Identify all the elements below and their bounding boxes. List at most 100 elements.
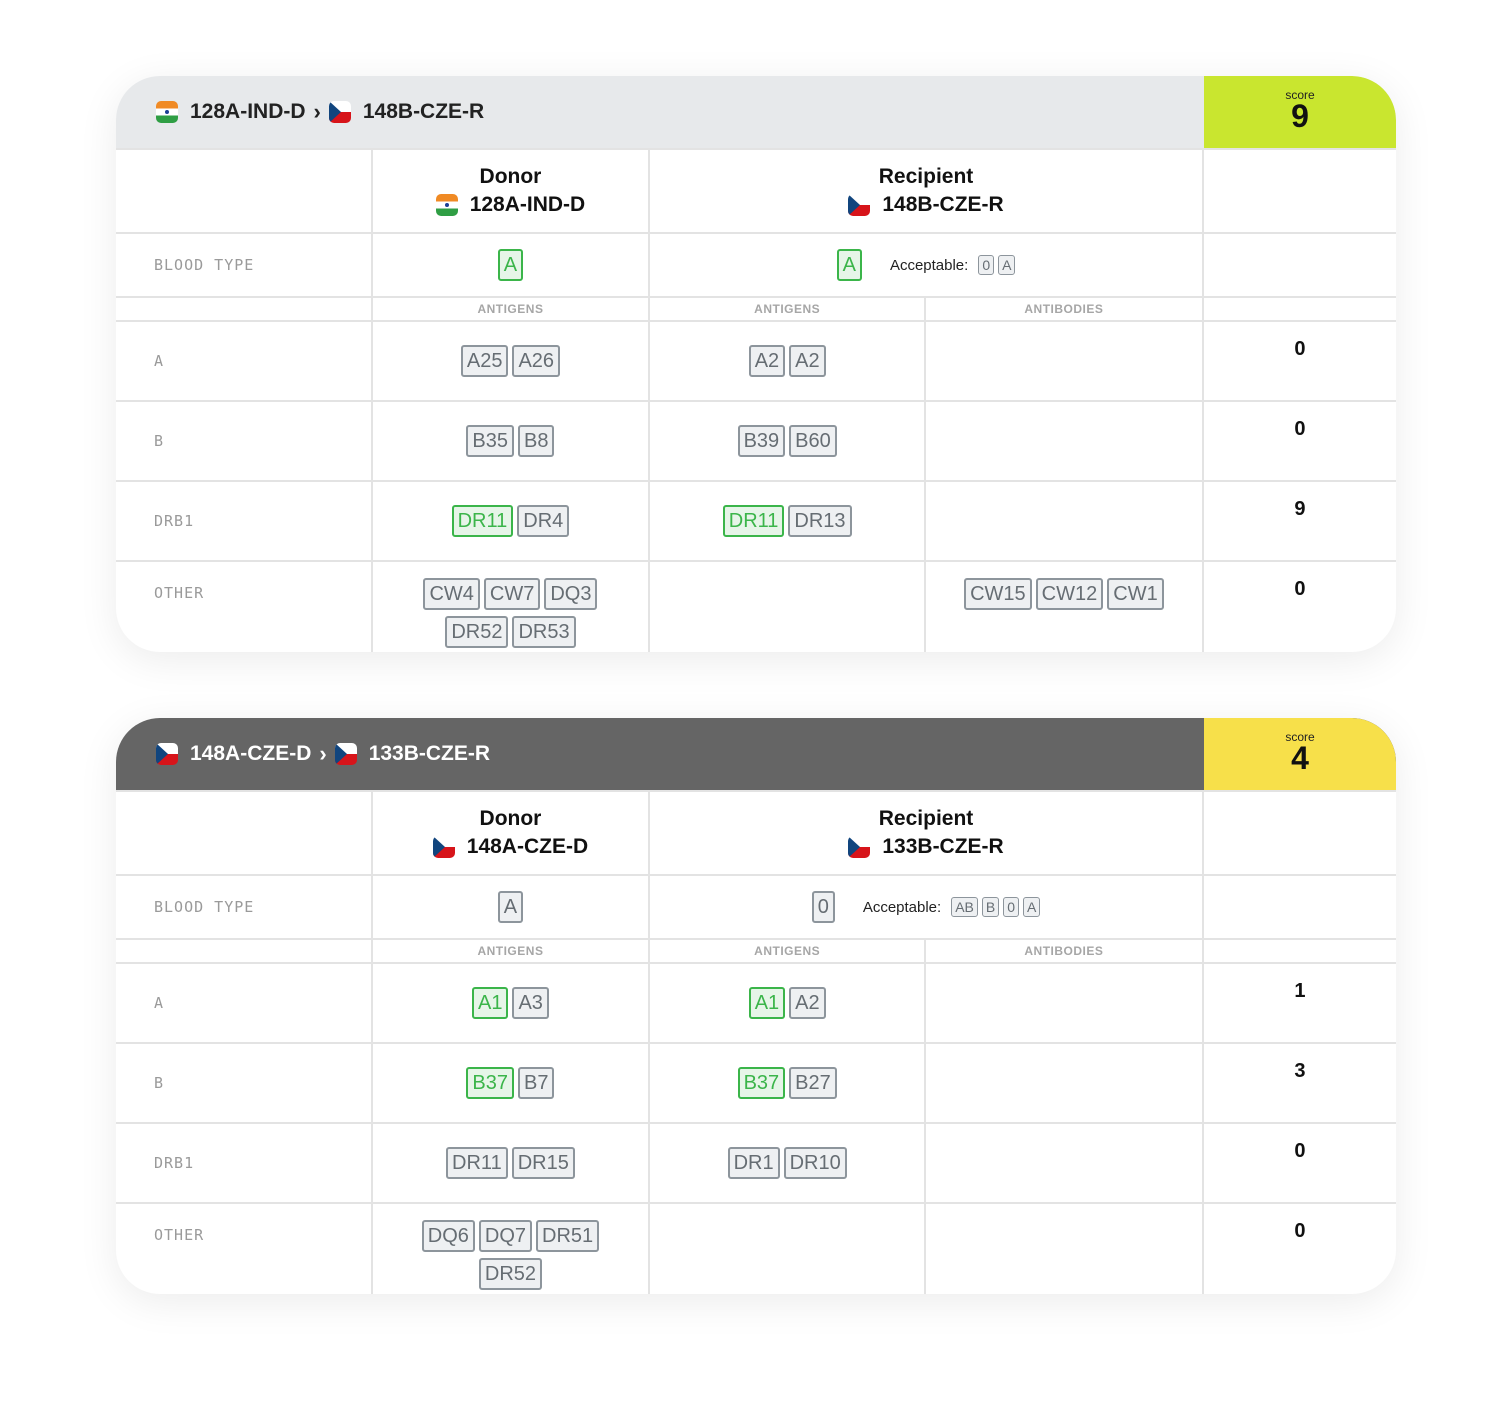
czech-flag-icon xyxy=(848,194,871,216)
donor-blood-type: A xyxy=(497,891,524,923)
donor-id: 148A-CZE-D xyxy=(190,742,312,765)
czech-flag-icon xyxy=(848,836,871,858)
empty-cell xyxy=(1201,148,1396,234)
empty-cell xyxy=(116,296,373,322)
recipient-antigens-header: ANTIGENS xyxy=(648,296,927,322)
antigen-chip-match: DR11 xyxy=(722,505,785,537)
score-value: 9 xyxy=(1291,98,1309,134)
antigen-chip: DR52 xyxy=(478,1258,543,1290)
antigen-chip-match: DR11 xyxy=(451,505,514,537)
antigen-chip: A26 xyxy=(512,345,561,377)
recipient-id: 133B-CZE-R xyxy=(368,742,491,765)
antibodies-cell xyxy=(924,480,1204,562)
donor-label: Donor xyxy=(479,807,542,830)
blood-type-label: BLOOD TYPE xyxy=(116,874,373,940)
recipient-antigens-cell xyxy=(648,560,927,652)
antigen-chip: DR13 xyxy=(788,505,852,537)
row-score: 0 xyxy=(1201,560,1396,652)
antigen-chip: CW4 xyxy=(423,578,480,610)
row-score: 0 xyxy=(1201,1202,1396,1294)
antigen-chip: DR53 xyxy=(512,616,576,648)
row-score: 0 xyxy=(1201,400,1396,482)
donor-header: Donor 128A-IND-D xyxy=(370,148,651,234)
acceptable-blood-chip: AB xyxy=(951,897,978,917)
recipient-antigens-cell xyxy=(648,1202,927,1294)
hla-other-label: OTHER xyxy=(116,560,373,652)
antigen-chip: DR4 xyxy=(517,505,570,537)
acceptable-label: Acceptable: xyxy=(889,256,969,274)
acceptable-blood-chip: 0 xyxy=(1003,897,1020,917)
recipient-label: Recipient xyxy=(878,165,974,188)
hla-a-label: A xyxy=(116,962,373,1044)
india-flag-icon xyxy=(435,194,458,216)
recipient-label: Recipient xyxy=(878,807,974,830)
empty-cell xyxy=(1201,874,1396,940)
antibodies-cell xyxy=(924,962,1204,1044)
donor-header: Donor 148A-CZE-D xyxy=(370,790,651,876)
recipient-antibodies-header: ANTIBODIES xyxy=(924,938,1204,964)
donor-id: 148A-CZE-D xyxy=(466,835,589,858)
hla-other-label: OTHER xyxy=(116,1202,373,1294)
acceptable-blood-chip: 0 xyxy=(978,255,995,275)
recipient-id: 148B-CZE-R xyxy=(882,193,1004,216)
recipient-antibodies-header: ANTIBODIES xyxy=(924,296,1204,322)
donor-label: Donor xyxy=(479,165,542,188)
empty-cell xyxy=(116,790,373,876)
czech-flag-icon xyxy=(328,101,351,123)
antibodies-cell xyxy=(924,1202,1204,1294)
score-badge: score 9 xyxy=(1204,76,1396,148)
blood-type-label: BLOOD TYPE xyxy=(116,232,373,298)
row-score: 0 xyxy=(1201,320,1396,402)
chevron-right-icon: › xyxy=(319,741,327,766)
antibodies-cell xyxy=(924,400,1204,482)
antigen-chip: DR51 xyxy=(536,1220,600,1252)
antigen-chip-match: A1 xyxy=(748,987,786,1019)
transplant-header[interactable]: 148A-CZE-D › 133B-CZE-R score 4 xyxy=(116,718,1396,790)
row-score: 3 xyxy=(1201,1042,1396,1124)
donor-id: 128A-IND-D xyxy=(469,193,586,216)
antibodies-cell xyxy=(924,1042,1204,1124)
czech-flag-icon xyxy=(334,743,357,765)
antigen-chip: B35 xyxy=(466,425,515,457)
hla-table: Donor 128A-IND-D Recipient 148B-CZE-R BL… xyxy=(116,148,1396,652)
recipient-blood-type: 0 xyxy=(811,891,835,923)
antigen-chip: DR1 xyxy=(727,1147,780,1179)
chevron-right-icon: › xyxy=(313,99,321,124)
transplant-header[interactable]: 128A-IND-D › 148B-CZE-R score 9 xyxy=(116,76,1396,148)
antigen-chip: B39 xyxy=(737,425,786,457)
antigen-chip: A25 xyxy=(460,345,509,377)
empty-cell xyxy=(1201,296,1396,322)
hla-b-label: B xyxy=(116,1042,373,1124)
empty-cell xyxy=(1201,790,1396,876)
transplant-card-2: 148A-CZE-D › 133B-CZE-R score 4 Donor 14… xyxy=(116,718,1396,1294)
czech-flag-icon xyxy=(156,743,178,765)
antigen-chip: B60 xyxy=(789,425,837,457)
antigen-chip: A2 xyxy=(789,345,826,377)
recipient-header: Recipient 148B-CZE-R xyxy=(648,148,1204,234)
antibodies-cell xyxy=(924,1122,1204,1204)
empty-cell xyxy=(1201,232,1396,298)
row-score: 1 xyxy=(1201,962,1396,1044)
acceptable-blood-chip: A xyxy=(998,255,1016,275)
recipient-header: Recipient 133B-CZE-R xyxy=(648,790,1204,876)
antigen-chip: DR11 xyxy=(446,1147,508,1179)
antigen-chip-match: B37 xyxy=(466,1067,515,1099)
recipient-id: 148B-CZE-R xyxy=(362,100,485,123)
row-score: 0 xyxy=(1201,1122,1396,1204)
india-flag-icon xyxy=(156,101,178,123)
recipient-antigens-header: ANTIGENS xyxy=(648,938,927,964)
antibody-chip: CW1 xyxy=(1107,578,1164,610)
antigen-chip: A2 xyxy=(748,345,786,377)
empty-cell xyxy=(116,148,373,234)
transplant-card-1: 128A-IND-D › 148B-CZE-R score 9 Donor 12… xyxy=(116,76,1396,652)
antigen-chip: CW7 xyxy=(483,578,541,610)
score-value: 4 xyxy=(1291,740,1309,776)
hla-drb1-label: DRB1 xyxy=(116,480,373,562)
antibodies-cell xyxy=(924,320,1204,402)
antigen-chip: DR10 xyxy=(783,1147,847,1179)
antigen-chip: A2 xyxy=(789,987,826,1019)
empty-cell xyxy=(1201,938,1396,964)
antigen-chip: DQ7 xyxy=(478,1220,532,1252)
hla-table: Donor 148A-CZE-D Recipient 133B-CZE-R BL… xyxy=(116,790,1396,1294)
czech-flag-icon xyxy=(432,836,455,858)
